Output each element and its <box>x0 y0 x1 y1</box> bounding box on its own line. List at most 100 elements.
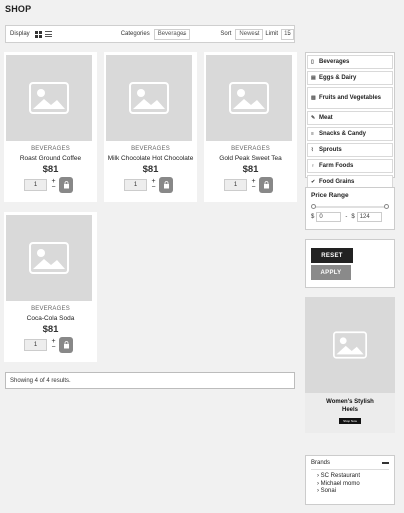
product-category: BEVERAGES <box>31 306 70 312</box>
sidebar-item-fruits-vegetables[interactable]: ▧ Fruits and Vegetables <box>307 87 393 109</box>
sidebar-item-label: Meat <box>319 115 333 121</box>
brand-item[interactable]: › Sonai <box>317 488 389 496</box>
product-price: $81 <box>42 324 59 335</box>
product-price: $81 <box>242 164 259 175</box>
price-inputs: $ 0 - $ 124 <box>311 212 389 222</box>
product-image-placeholder[interactable] <box>6 55 92 141</box>
product-card[interactable]: BEVERAGES Roast Ground Coffee $81 1 + − <box>4 52 97 202</box>
sidebar-item-label: Snacks & Candy <box>319 131 367 137</box>
reset-button[interactable]: RESET <box>311 248 353 263</box>
price-range-title: Price Range <box>311 192 349 199</box>
bag-icon <box>63 341 69 349</box>
brand-item[interactable]: › SC Restaurant <box>317 473 389 481</box>
product-image-placeholder[interactable] <box>206 55 292 141</box>
sidebar-item-snacks-candy[interactable]: ≡ Snacks & Candy <box>307 127 393 141</box>
minus-icon[interactable]: − <box>151 184 155 191</box>
apply-button[interactable]: APPLY <box>311 265 351 280</box>
chevron-down-icon: ⌄ <box>181 30 187 37</box>
product-name[interactable]: Coca-Cola Soda <box>6 315 95 322</box>
chevron-down-icon: ⌄ <box>254 30 260 37</box>
category-list: ▯ Beverages ▤ Eggs & Dairy ▧ Fruits and Veg… <box>305 52 395 189</box>
sort-select[interactable]: Newest ⌄ <box>235 28 264 40</box>
bag-icon <box>63 181 69 189</box>
sidebar-item-label: Beverages <box>319 59 350 65</box>
grid-view-icon[interactable] <box>34 30 42 38</box>
quantity-input[interactable]: 1 <box>24 339 47 351</box>
add-to-cart-button[interactable] <box>59 337 73 353</box>
brand-label: Sonai <box>320 488 337 494</box>
quantity-stepper[interactable]: + − <box>50 178 57 191</box>
snack-icon: ≡ <box>311 131 314 137</box>
ad-line-1: Women's Stylish <box>326 399 374 405</box>
display-label: Display <box>10 31 30 37</box>
product-name[interactable]: Roast Ground Coffee <box>6 155 95 162</box>
ad-shop-now-button[interactable]: Shop Now <box>339 418 361 424</box>
ad-line-2: Heels <box>341 407 358 413</box>
bag-icon <box>263 181 269 189</box>
add-to-cart-button[interactable] <box>259 177 273 193</box>
meat-icon: ✎ <box>311 115 316 121</box>
brands-list: › SC Restaurant › Michael momo › Sonai <box>311 473 389 496</box>
currency-label: $ <box>311 214 315 220</box>
quantity-row: 1 + − <box>224 177 273 193</box>
filter-actions: RESET APPLY <box>305 239 395 288</box>
minus-icon[interactable]: − <box>51 344 55 351</box>
currency-label: $ <box>351 214 355 220</box>
sidebar-item-beverages[interactable]: ▯ Beverages <box>307 55 393 69</box>
sidebar-item-farm-foods[interactable]: ♀ Farm Foods <box>307 159 393 173</box>
categories-select[interactable]: Beverages ⌄ <box>153 28 191 40</box>
product-card[interactable]: BEVERAGES Milk Chocolate Hot Chocolate $… <box>104 52 197 202</box>
product-image-placeholder[interactable] <box>6 215 92 301</box>
sidebar-item-eggs-dairy[interactable]: ▤ Eggs & Dairy <box>307 71 393 85</box>
brand-label: Michael momo <box>320 480 360 487</box>
shop-toolbar: Display Categories Beverages ⌄ Sort Newe… <box>5 25 295 43</box>
limit-select[interactable]: 15 ⌄ <box>281 28 294 40</box>
quantity-input[interactable]: 1 <box>124 179 147 191</box>
add-to-cart-button[interactable] <box>159 177 173 193</box>
product-category: BEVERAGES <box>131 146 170 152</box>
range-separator: - <box>345 214 348 220</box>
sort-label: Sort <box>220 31 232 37</box>
brands-header[interactable]: Brands <box>311 460 389 470</box>
product-name[interactable]: Milk Chocolate Hot Chocolate <box>106 155 195 162</box>
chevron-down-icon: ⌄ <box>286 30 292 37</box>
collapse-icon[interactable] <box>382 462 389 464</box>
product-name[interactable]: Gold Peak Sweet Tea <box>206 155 295 162</box>
quantity-input[interactable]: 1 <box>24 179 47 191</box>
sidebar-item-label: Farm Foods <box>319 163 354 169</box>
brand-item[interactable]: › Michael momo <box>317 481 389 489</box>
price-range-slider[interactable] <box>311 204 389 209</box>
image-icon <box>29 82 69 114</box>
product-category: BEVERAGES <box>231 146 270 152</box>
max-price-input[interactable]: 124 <box>356 212 382 222</box>
sidebar-item-meat[interactable]: ✎ Meat <box>307 111 393 125</box>
page-title: SHOP <box>5 4 32 14</box>
minus-icon[interactable]: − <box>251 184 255 191</box>
product-card[interactable]: BEVERAGES Gold Peak Sweet Tea $81 1 + − <box>204 52 297 202</box>
image-icon <box>29 242 69 274</box>
min-price-input[interactable]: 0 <box>316 212 342 222</box>
image-icon <box>229 82 269 114</box>
brands-panel: Brands › SC Restaurant › Michael momo › … <box>305 455 395 505</box>
quantity-stepper[interactable]: + − <box>250 178 257 191</box>
slider-max-handle[interactable] <box>384 204 389 209</box>
sidebar-item-sprouts[interactable]: ⌇ Sprouts <box>307 143 393 157</box>
add-to-cart-button[interactable] <box>59 177 73 193</box>
quantity-input[interactable]: 1 <box>224 179 247 191</box>
bottle-icon: ▯ <box>311 59 314 65</box>
ad-banner[interactable]: Women's Stylish Heels Shop Now <box>305 297 395 433</box>
quantity-stepper[interactable]: + − <box>150 178 157 191</box>
product-image-placeholder[interactable] <box>106 55 192 141</box>
product-card[interactable]: BEVERAGES Coca-Cola Soda $81 1 + − <box>4 212 97 362</box>
minus-icon[interactable]: − <box>51 184 55 191</box>
sidebar-item-label: Fruits and Vegetables <box>319 95 382 101</box>
list-view-icon[interactable] <box>44 31 52 37</box>
product-price: $81 <box>42 164 59 175</box>
image-icon <box>129 82 169 114</box>
brands-title: Brands <box>311 460 331 466</box>
slider-track <box>313 206 387 208</box>
slider-min-handle[interactable] <box>311 204 316 209</box>
quantity-stepper[interactable]: + − <box>50 338 57 351</box>
image-icon <box>333 331 367 359</box>
categories-label: Categories <box>120 31 150 37</box>
